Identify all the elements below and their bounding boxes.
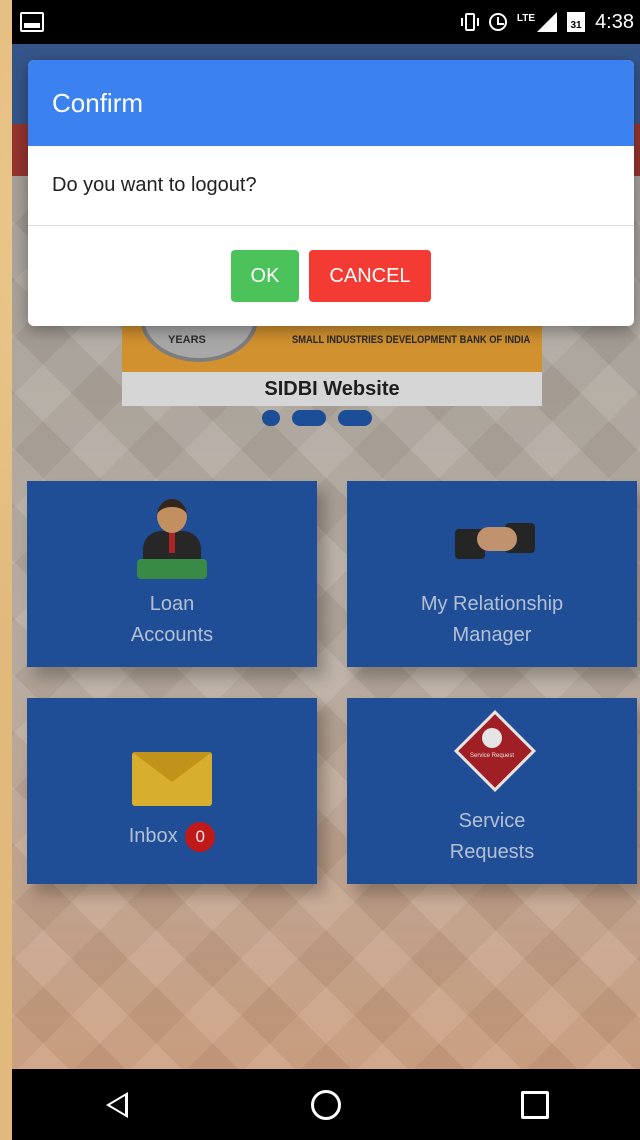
status-bar: LTE 31 4:38 <box>12 0 640 44</box>
alarm-icon <box>488 13 507 31</box>
vibrate-icon <box>460 13 479 31</box>
recent-apps-icon <box>521 1090 550 1119</box>
image-notification-icon <box>20 12 44 32</box>
clock: 4:38 <box>595 10 634 33</box>
calendar-icon: 31 <box>567 12 586 32</box>
signal-icon <box>537 12 558 32</box>
logout-confirm-dialog: Confirm Do you want to logout? OK CANCEL <box>28 60 634 326</box>
phone-screen: LTE 31 4:38 YEARS SMALL INDUSTRIES DEVEL… <box>12 0 640 1140</box>
recent-apps-button[interactable] <box>505 1075 565 1135</box>
home-icon <box>310 1089 341 1120</box>
back-button[interactable] <box>87 1075 147 1135</box>
ok-button[interactable]: OK <box>231 250 299 302</box>
dialog-message: Do you want to logout? <box>28 146 634 226</box>
dialog-actions: OK CANCEL <box>28 226 634 326</box>
cancel-button[interactable]: CANCEL <box>309 250 431 302</box>
network-type: LTE <box>516 12 536 24</box>
home-button[interactable] <box>296 1075 356 1135</box>
back-icon <box>105 1091 128 1118</box>
navigation-bar <box>12 1069 640 1140</box>
dialog-title: Confirm <box>28 60 634 146</box>
